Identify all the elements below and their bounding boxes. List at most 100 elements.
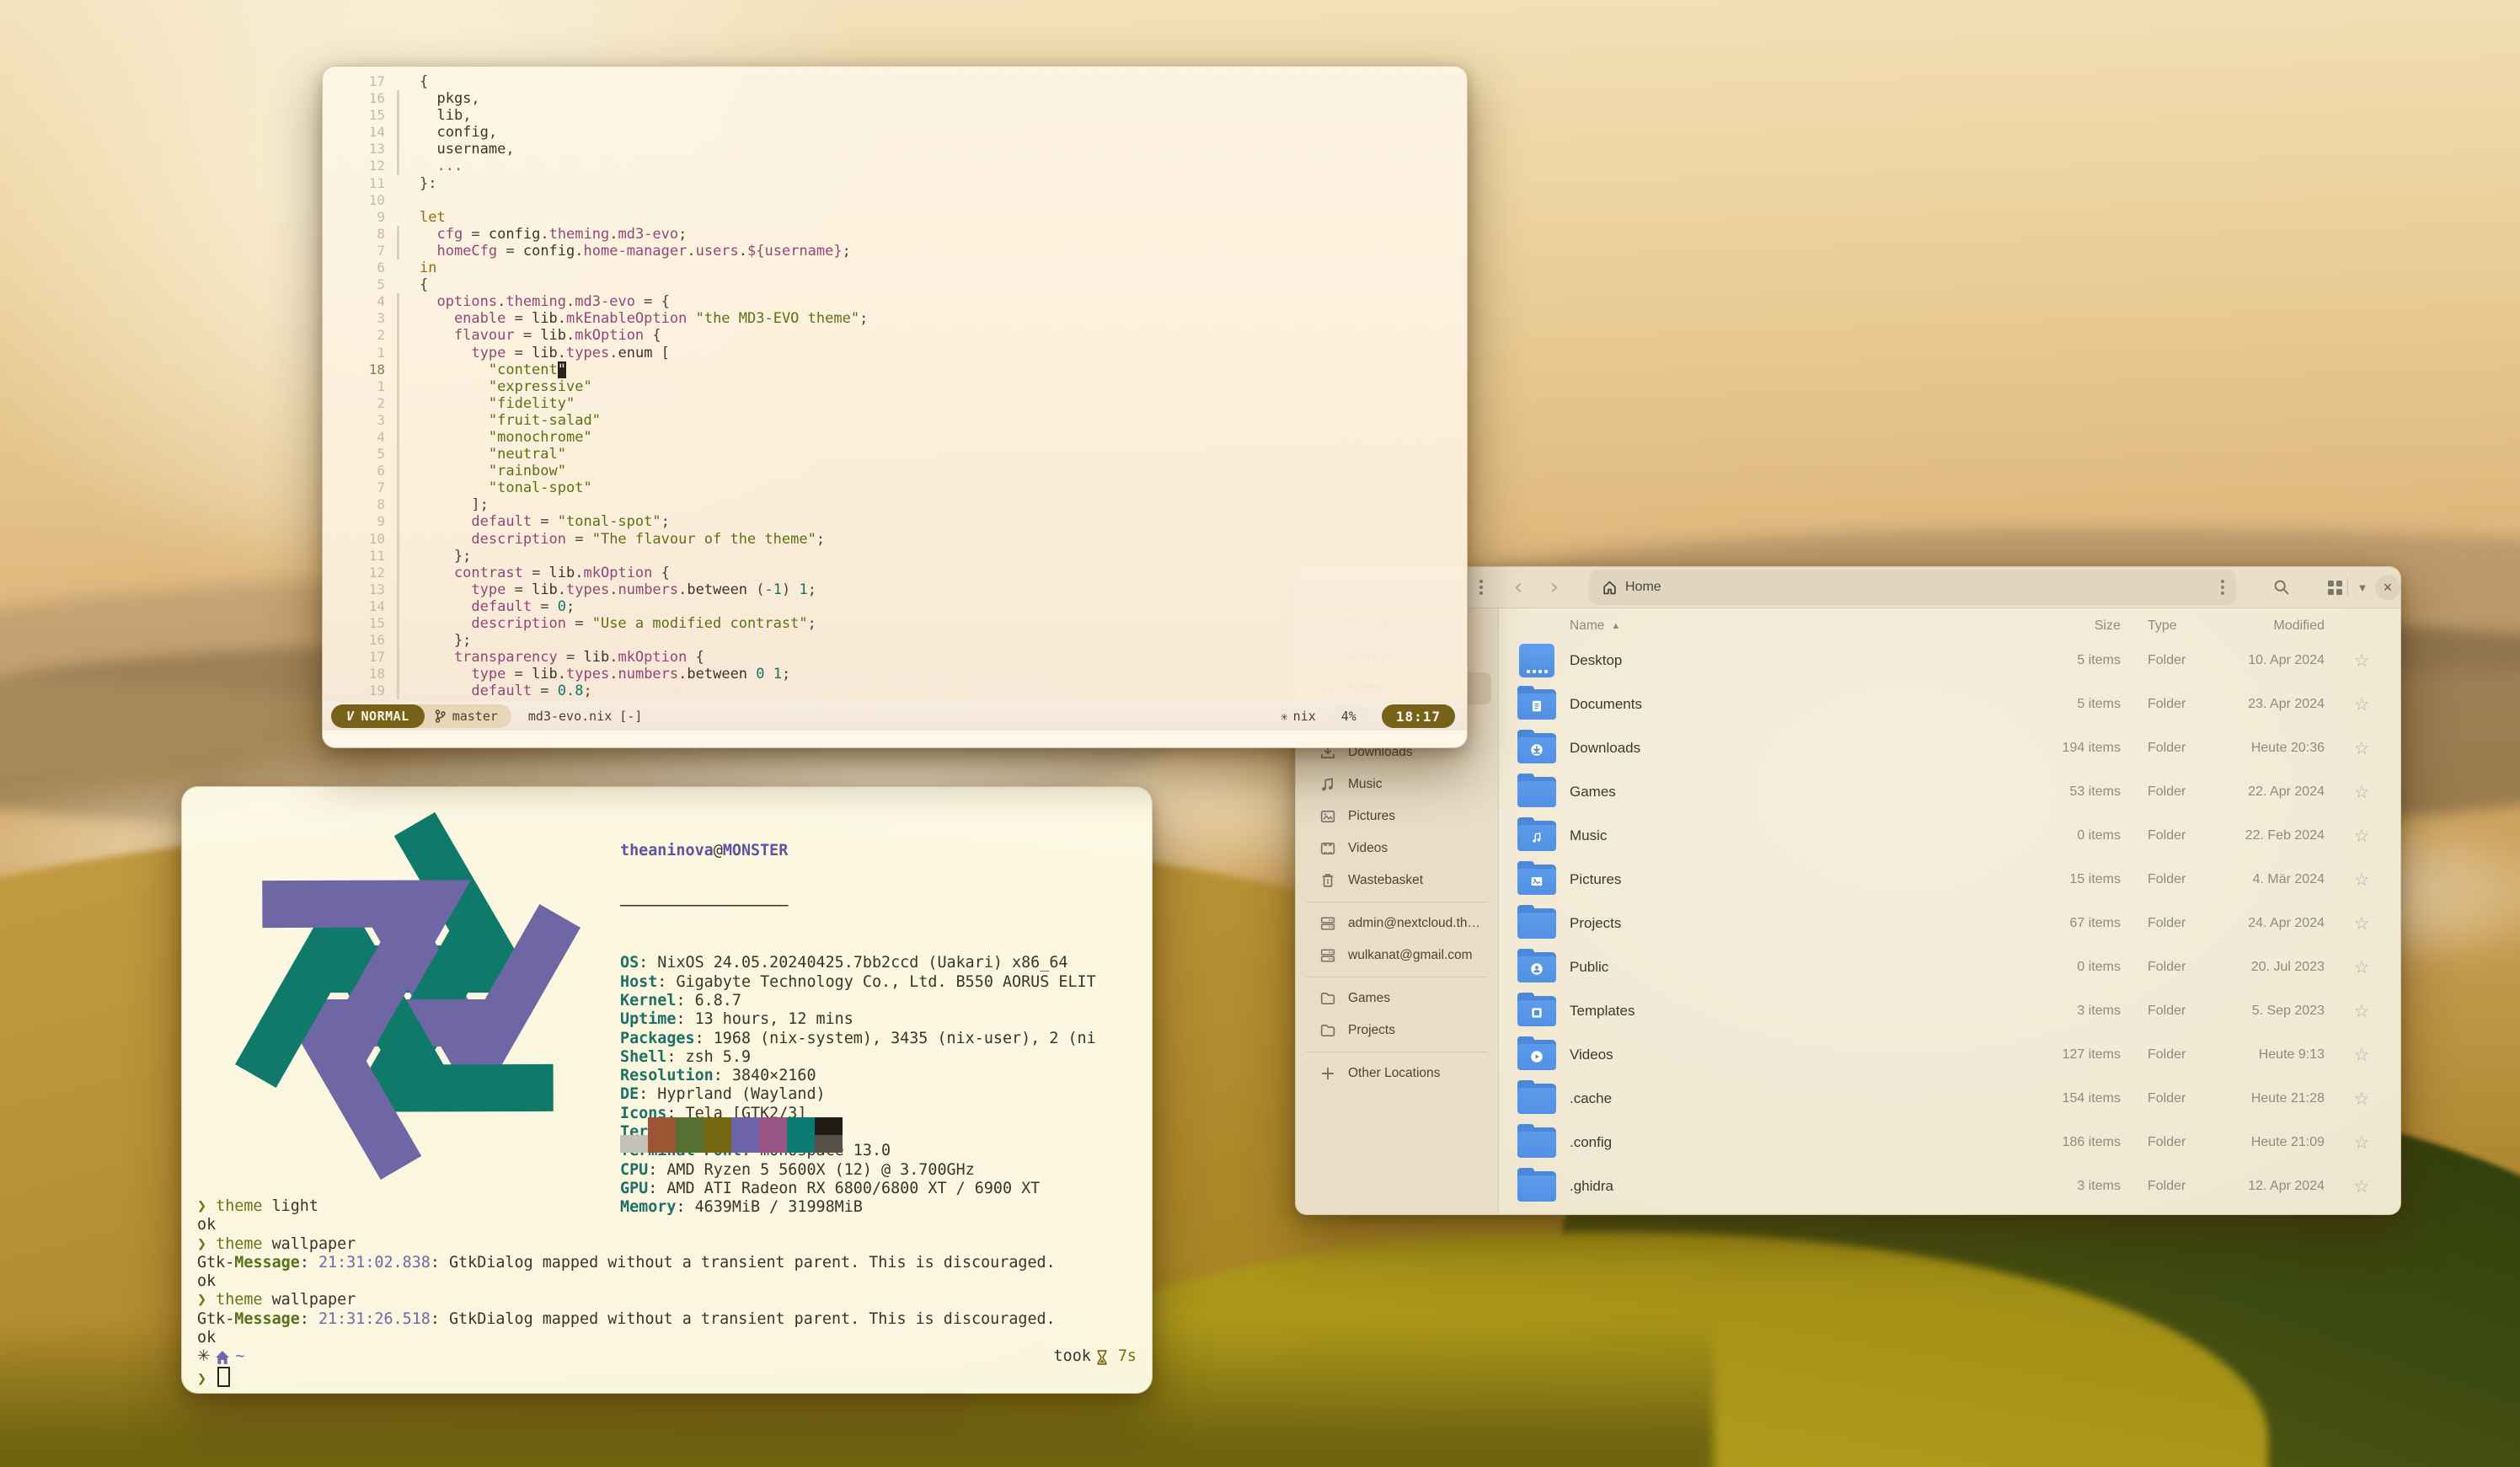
code-line[interactable]: 11 };	[323, 548, 1467, 565]
code-line[interactable]: 19 default = 0.8;	[323, 683, 1467, 699]
sidebar-item-wulkanat-gmail-com[interactable]: wulkanat@gmail.com	[1303, 940, 1491, 972]
forward-button[interactable]: ›	[1543, 567, 1566, 608]
file-row-games[interactable]: Games53 itemsFolder22. Apr 2024☆	[1499, 770, 2400, 814]
line-number: 11	[323, 175, 397, 192]
shell-input-line[interactable]: ❯	[197, 1367, 1137, 1389]
editor-window[interactable]: 17{16 pkgs,15 lib,14 config,13 username,…	[322, 66, 1468, 748]
code-line[interactable]: 7 "tonal-spot"	[323, 479, 1467, 496]
code-line[interactable]: 8 ];	[323, 496, 1467, 513]
star-icon[interactable]: ☆	[2345, 1045, 2378, 1066]
code-line[interactable]: 5{	[323, 276, 1467, 293]
file-row-pictures[interactable]: Pictures15 itemsFolder4. Mär 2024☆	[1499, 858, 2400, 902]
back-button[interactable]: ‹	[1506, 567, 1530, 608]
code-line[interactable]: 14 default = 0;	[323, 598, 1467, 615]
code-line[interactable]: 9 default = "tonal-spot";	[323, 513, 1467, 530]
code-line[interactable]: 13 type = lib.types.numbers.between (-1)…	[323, 581, 1467, 598]
star-icon[interactable]: ☆	[2345, 738, 2378, 759]
play-emblem-icon	[1531, 1051, 1544, 1063]
terminal-session[interactable]: ❯ theme lightok❯ theme wallpaperGtk-Mess…	[197, 1197, 1137, 1389]
file-row-music[interactable]: Music0 itemsFolder22. Feb 2024☆	[1499, 814, 2400, 858]
terminal-window[interactable]: theaninova@MONSTER ────────────────── OS…	[181, 786, 1153, 1394]
file-row-projects[interactable]: Projects67 itemsFolder24. Apr 2024☆	[1499, 902, 2400, 945]
code-line[interactable]: 12 ...	[323, 158, 1467, 174]
code-line[interactable]: 3 enable = lib.mkEnableOption "the MD3-E…	[323, 310, 1467, 327]
code-line[interactable]: 13 username,	[323, 141, 1467, 158]
fetch-host: MONSTER	[723, 842, 789, 859]
fetch-info-line: Host: Gigabyte Technology Co., Ltd. B550…	[620, 973, 1139, 992]
code-line[interactable]: 10	[323, 192, 1467, 209]
file-row-downloads[interactable]: Downloads194 itemsFolderHeute 20:36☆	[1499, 726, 2400, 770]
view-grid-button[interactable]	[2324, 567, 2346, 608]
code-line[interactable]: 4 "monochrome"	[323, 429, 1467, 446]
img-emblem-icon	[1531, 875, 1544, 888]
sidebar-item-music[interactable]: Music	[1303, 768, 1491, 800]
code-line[interactable]: 16 pkgs,	[323, 90, 1467, 107]
sidebar-item-projects[interactable]: Projects	[1303, 1015, 1491, 1047]
code-line[interactable]: 9let	[323, 209, 1467, 226]
search-button[interactable]	[2269, 567, 2294, 608]
code-line[interactable]: 8 cfg = config.theming.md3-evo;	[323, 226, 1467, 243]
star-icon[interactable]: ☆	[2345, 782, 2378, 803]
sidebar-item-games[interactable]: Games	[1303, 982, 1491, 1015]
code-line[interactable]: 6 "rainbow"	[323, 463, 1467, 479]
code-line[interactable]: 3 "fruit-salad"	[323, 412, 1467, 429]
column-modified[interactable]: Modified	[2223, 618, 2325, 634]
star-icon[interactable]: ☆	[2345, 1176, 2378, 1197]
file-row-documents[interactable]: Documents5 itemsFolder23. Apr 2024☆	[1499, 683, 2400, 726]
file-name: Music	[1570, 827, 2020, 844]
code-line[interactable]: 7 homeCfg = config.home-manager.users.${…	[323, 243, 1467, 260]
star-icon[interactable]: ☆	[2345, 957, 2378, 978]
code-line[interactable]: 11}:	[323, 175, 1467, 192]
path-bar[interactable]: Home	[1589, 570, 2236, 605]
code-line[interactable]: 6in	[323, 260, 1467, 276]
file-name: Documents	[1570, 696, 2020, 713]
code-line[interactable]: 17 transparency = lib.mkOption {	[323, 649, 1467, 666]
sidebar-item-videos[interactable]: Videos	[1303, 833, 1491, 865]
star-icon[interactable]: ☆	[2345, 1001, 2378, 1022]
code-line[interactable]: 18 "content"	[323, 361, 1467, 378]
column-type[interactable]: Type	[2148, 618, 2223, 634]
sidebar-item-other-locations[interactable]: Other Locations	[1303, 1057, 1491, 1090]
code-line[interactable]: 14 config,	[323, 124, 1467, 141]
sidebar-item-wastebasket[interactable]: Wastebasket	[1303, 865, 1491, 897]
file-row-templates[interactable]: Templates3 itemsFolder5. Sep 2023☆	[1499, 989, 2400, 1033]
star-icon[interactable]: ☆	[2345, 870, 2378, 891]
code-line[interactable]: 12 contrast = lib.mkOption {	[323, 565, 1467, 581]
down-emblem-icon	[1531, 744, 1544, 757]
code-buffer[interactable]: 17{16 pkgs,15 lib,14 config,13 username,…	[323, 67, 1467, 702]
kebab-menu-button[interactable]	[1469, 567, 1493, 608]
file-row-dot-cache[interactable]: .cache154 itemsFolderHeute 21:28☆	[1499, 1077, 2400, 1121]
file-row-desktop[interactable]: Desktop5 itemsFolder10. Apr 2024☆	[1499, 639, 2400, 683]
code-line[interactable]: 5 "neutral"	[323, 446, 1467, 463]
file-row-videos[interactable]: Videos127 itemsFolderHeute 9:13☆	[1499, 1033, 2400, 1077]
star-icon[interactable]: ☆	[2345, 651, 2378, 672]
code-line[interactable]: 1 "expressive"	[323, 378, 1467, 395]
file-rows: Desktop5 itemsFolder10. Apr 2024☆Documen…	[1499, 639, 2400, 1214]
code-line[interactable]: 4 options.theming.md3-evo = {	[323, 293, 1467, 310]
code-line[interactable]: 15 lib,	[323, 107, 1467, 124]
star-icon[interactable]: ☆	[2345, 826, 2378, 847]
column-name[interactable]: Name ▲	[1570, 618, 2020, 634]
file-size: 15 items	[2020, 872, 2121, 887]
code-line[interactable]: 1 type = lib.types.enum [	[323, 345, 1467, 361]
column-size[interactable]: Size	[2020, 618, 2121, 634]
file-row-dot-config[interactable]: .config186 itemsFolderHeute 21:09☆	[1499, 1121, 2400, 1164]
star-icon[interactable]: ☆	[2345, 913, 2378, 934]
sidebar-item-pictures[interactable]: Pictures	[1303, 800, 1491, 833]
file-row-public[interactable]: Public0 itemsFolder20. Jul 2023☆	[1499, 945, 2400, 989]
file-row-dot-ghidra[interactable]: .ghidra3 itemsFolder12. Apr 2024☆	[1499, 1164, 2400, 1208]
code-line[interactable]: 17{	[323, 73, 1467, 90]
star-icon[interactable]: ☆	[2345, 1089, 2378, 1110]
code-line[interactable]: 10 description = "The flavour of the the…	[323, 531, 1467, 548]
sidebar-item-admin-nextcloud-theanin[interactable]: admin@nextcloud.theanin…	[1303, 908, 1491, 940]
code-line[interactable]: 2 flavour = lib.mkOption {	[323, 327, 1467, 344]
code-line[interactable]: 16 };	[323, 632, 1467, 649]
code-line[interactable]: 2 "fidelity"	[323, 395, 1467, 412]
code-line[interactable]: 18 type = lib.types.numbers.between 0 1;	[323, 666, 1467, 683]
code-line[interactable]: 15 description = "Use a modified contras…	[323, 615, 1467, 632]
view-options-chevron-down-icon[interactable]: ▼	[2351, 567, 2373, 608]
star-icon[interactable]: ☆	[2345, 694, 2378, 715]
close-window-button[interactable]: ×	[2375, 575, 2400, 600]
star-icon[interactable]: ☆	[2345, 1132, 2378, 1154]
folder-menu-button[interactable]	[2221, 580, 2224, 595]
